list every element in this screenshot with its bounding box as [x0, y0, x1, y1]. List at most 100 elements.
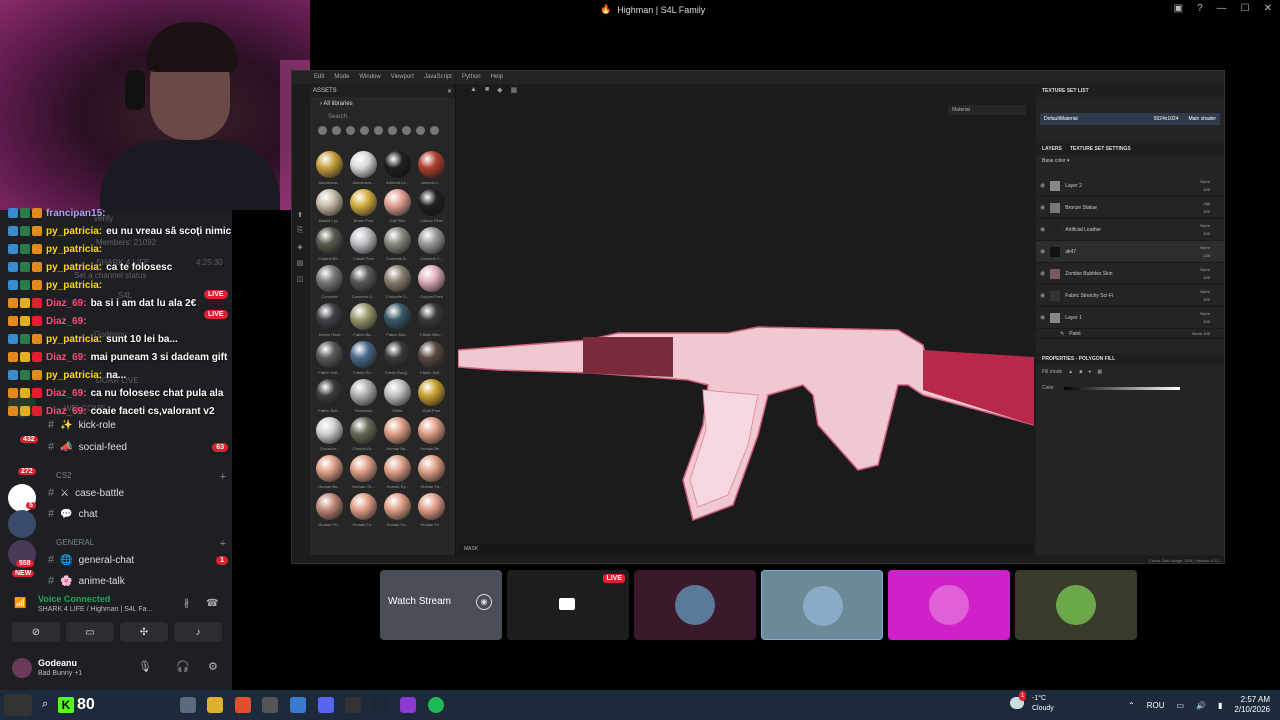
eye-icon[interactable]: ◉ — [1040, 314, 1045, 321]
app-icon[interactable] — [262, 697, 278, 713]
material-item[interactable]: Gouache... — [313, 417, 346, 451]
menu-item[interactable]: Edit — [314, 74, 324, 81]
camera-button[interactable]: ⊘ — [12, 622, 60, 642]
material-item[interactable]: Human Be... — [415, 417, 448, 451]
material-item[interactable]: Concrete C... — [415, 227, 448, 261]
texture-set-row[interactable]: DefaultMaterial 5024x1024 Main shader — [1040, 113, 1220, 125]
material-item[interactable]: Concrete S... — [381, 265, 414, 299]
material-item[interactable]: Coated Me... — [313, 227, 346, 261]
brave-icon[interactable] — [235, 697, 251, 713]
material-item[interactable]: Denim Rivet — [313, 303, 346, 337]
material-item[interactable]: Human Fo... — [381, 493, 414, 527]
channel-dropdown[interactable]: Base color ▾ — [1036, 155, 1224, 169]
layer-opacity[interactable]: 100 — [1203, 209, 1210, 214]
menu-item[interactable]: JavaScript — [424, 74, 452, 81]
close-icon[interactable]: ✕ — [447, 88, 452, 95]
menu-item[interactable]: Window — [359, 74, 380, 81]
stream-card[interactable] — [634, 570, 756, 640]
layer-row[interactable]: ◉ Artificial Leather Norm 100 — [1036, 219, 1224, 241]
noise-suppression-icon[interactable]: ∦ — [184, 598, 189, 609]
maximize-button[interactable]: ☐ — [1241, 3, 1250, 14]
layer-opacity[interactable]: 100 — [1203, 187, 1210, 192]
eye-icon[interactable]: ◉ — [1040, 226, 1045, 233]
network-icon[interactable]: ▭ — [1176, 701, 1184, 710]
material-item[interactable]: Human Ey... — [381, 455, 414, 489]
menu-item[interactable]: Mode — [334, 74, 349, 81]
material-item[interactable]: Human Fo... — [415, 493, 448, 527]
layer-row[interactable]: ◉ Layer 1 Norm 100 — [1036, 307, 1224, 329]
eye-icon[interactable]: ◉ — [1040, 182, 1045, 189]
material-item[interactable]: Baked Lig... — [313, 189, 346, 223]
avatar[interactable] — [12, 658, 32, 678]
screen-share-button[interactable]: ▭ — [66, 622, 114, 642]
username[interactable]: Godeanu — [38, 658, 77, 668]
filter-icon[interactable] — [346, 126, 355, 135]
material-item[interactable]: Autumn L... — [415, 151, 448, 185]
task-view-icon[interactable] — [180, 697, 196, 713]
material-item[interactable]: Concrete B... — [381, 227, 414, 261]
category-general[interactable]: GENERAL + — [56, 538, 226, 550]
material-item[interactable]: Footprints — [347, 379, 380, 413]
layer-opacity[interactable]: 100 — [1203, 231, 1210, 236]
material-item[interactable]: Fabric Bea... — [415, 303, 448, 337]
clock[interactable]: 2:57 AM 2/10/2026 — [1234, 695, 1270, 715]
close-button[interactable]: ✕ — [1264, 3, 1272, 14]
channel-case-battle[interactable]: # ⚔ case-battle — [48, 484, 228, 502]
material-item[interactable]: Ground Gr... — [347, 417, 380, 451]
minimize-button[interactable]: — — [1217, 3, 1227, 14]
start-button[interactable] — [4, 694, 32, 716]
screen-share-icon[interactable]: ▣ — [1174, 3, 1183, 14]
blend-mode[interactable]: Norm — [1200, 179, 1210, 184]
soundboard-button[interactable]: ♪ — [174, 622, 222, 642]
filter-icon[interactable] — [318, 126, 327, 135]
add-channel-icon[interactable]: + — [220, 538, 226, 550]
chevron-up-icon[interactable]: ⌃ — [1128, 701, 1135, 710]
stream-card[interactable] — [888, 570, 1010, 640]
material-item[interactable]: Human Bu... — [313, 455, 346, 489]
filter-icon[interactable] — [402, 126, 411, 135]
filter-icon[interactable] — [430, 126, 439, 135]
filter-icon[interactable] — [416, 126, 425, 135]
layer-row[interactable]: ◉ Bronze Statue dlgt 100 — [1036, 197, 1224, 219]
asset-search-input[interactable]: Search — [310, 111, 455, 123]
material-item[interactable]: Copper Pure — [415, 265, 448, 299]
material-item[interactable]: Glitter — [381, 379, 414, 413]
material-item[interactable]: Human Fa... — [415, 455, 448, 489]
disconnect-icon[interactable]: ☎ — [206, 598, 218, 609]
material-item[interactable]: Fabric Roug... — [381, 341, 414, 375]
filter-icon[interactable] — [388, 126, 397, 135]
material-item[interactable]: Fabric Ro... — [347, 341, 380, 375]
watch-stream-button[interactable]: Watch Stream — [388, 596, 451, 607]
activities-button[interactable]: ✣ — [120, 622, 168, 642]
voice-channel[interactable]: SHARK 4 LIFE / Highman | S4L Fa... — [38, 606, 152, 613]
language-indicator[interactable]: ROU — [1147, 701, 1165, 710]
channel-chat[interactable]: # 💬 chat — [48, 505, 228, 523]
material-item[interactable]: Brass Pure — [347, 189, 380, 223]
material-item[interactable]: Fabric Bas... — [381, 303, 414, 337]
store-icon[interactable] — [290, 697, 306, 713]
blend-mode[interactable]: Norm — [1200, 267, 1210, 272]
headphones-icon[interactable]: 🎧 — [176, 660, 190, 673]
material-item[interactable]: Gold Pure — [415, 379, 448, 413]
material-item[interactable]: Fabric Ba... — [347, 303, 380, 337]
volume-icon[interactable]: 🔊 — [1196, 701, 1206, 710]
material-item[interactable]: Fabric Soft... — [415, 341, 448, 375]
server-icon[interactable] — [8, 510, 36, 538]
blend-mode[interactable]: Norm — [1200, 245, 1210, 250]
layer-row[interactable]: ◉ Layer 2 Norm 100 — [1036, 175, 1224, 197]
material-item[interactable]: Human Fo... — [347, 493, 380, 527]
material-item[interactable]: Human Ch... — [347, 455, 380, 489]
eye-icon[interactable]: ◉ — [1040, 204, 1045, 211]
help-icon[interactable]: ? — [1197, 3, 1203, 14]
material-item[interactable]: Calf Skin — [381, 189, 414, 223]
library-selector[interactable]: › All libraries — [310, 97, 455, 111]
triangle-fill-icon[interactable]: ▲ — [1068, 369, 1073, 375]
material-item[interactable]: Carbon Fiber — [415, 189, 448, 223]
object-fill-icon[interactable]: ● — [1088, 369, 1091, 375]
stream-card[interactable] — [1015, 570, 1137, 640]
blend-mode[interactable]: Norm — [1200, 289, 1210, 294]
search-icon[interactable]: ⌕ — [42, 698, 48, 711]
layer-opacity[interactable]: 100 — [1203, 253, 1210, 258]
material-item[interactable]: Aluminium... — [313, 151, 346, 185]
eye-icon[interactable]: ◉ — [1040, 270, 1045, 277]
